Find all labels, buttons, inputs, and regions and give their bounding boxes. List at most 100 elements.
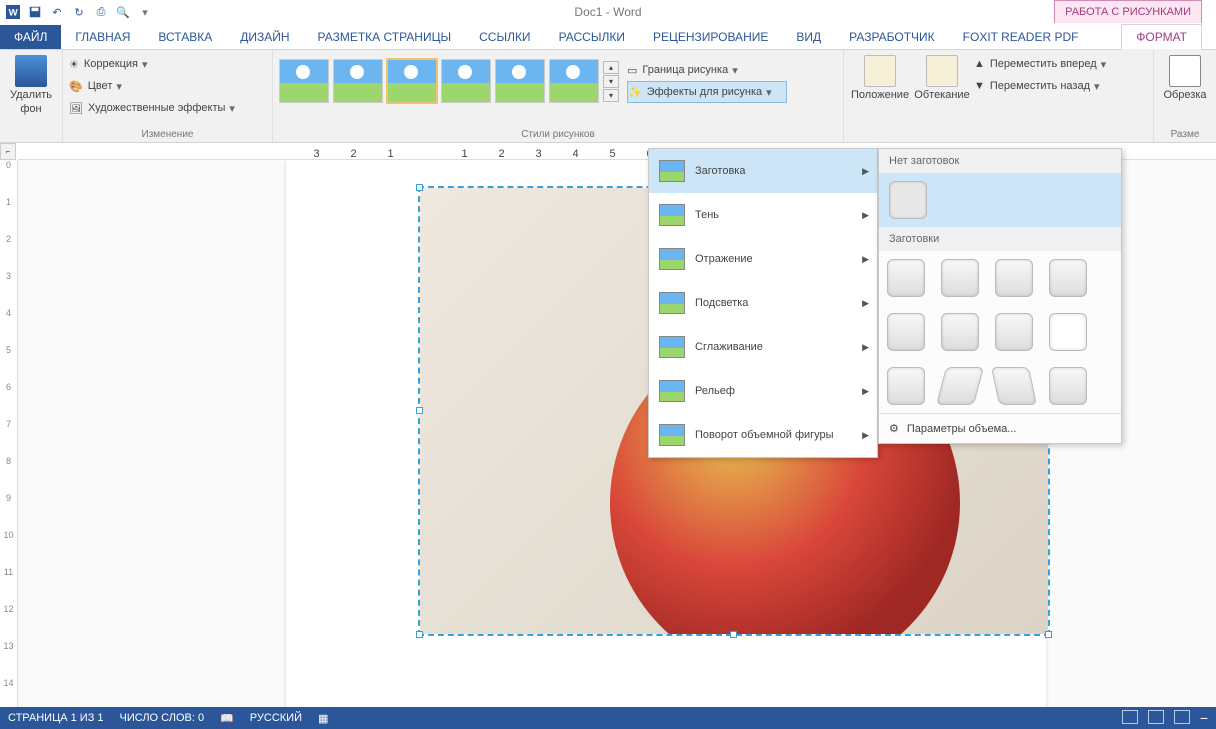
preset-7[interactable] xyxy=(995,313,1033,351)
gallery-down-icon[interactable]: ▾ xyxy=(603,75,619,88)
preset-1[interactable] xyxy=(887,259,925,297)
preset-10[interactable] xyxy=(936,367,984,405)
effects-glow-item[interactable]: Подсветка▶ xyxy=(649,281,877,325)
position-icon xyxy=(864,55,896,87)
tab-developer[interactable]: РАЗРАБОТЧИК xyxy=(835,25,949,49)
word-icon[interactable]: W xyxy=(4,3,22,21)
preset-6[interactable] xyxy=(941,313,979,351)
tab-format[interactable]: ФОРМАТ xyxy=(1121,24,1202,50)
preset-12[interactable] xyxy=(1049,367,1087,405)
view-web-icon[interactable] xyxy=(1174,710,1190,724)
crop-button[interactable]: Обрезка xyxy=(1160,53,1210,103)
effects-preset-item[interactable]: Заготовка▶ xyxy=(649,149,877,193)
style-thumb-4[interactable] xyxy=(441,59,491,103)
ribbon: Удалить фон ☀Коррекция▾ 🎨Цвет▾ 🖼Художест… xyxy=(0,50,1216,143)
bring-forward-button[interactable]: ▲Переместить вперед▾ xyxy=(974,53,1144,75)
style-thumb-1[interactable] xyxy=(279,59,329,103)
status-words[interactable]: ЧИСЛО СЛОВ: 0 xyxy=(120,712,205,724)
style-thumb-5[interactable] xyxy=(495,59,545,103)
tab-design[interactable]: ДИЗАЙН xyxy=(226,25,303,49)
effects-softedges-item[interactable]: Сглаживание▶ xyxy=(649,325,877,369)
border-icon: ▭ xyxy=(627,64,637,77)
proofing-icon[interactable]: 📖 xyxy=(220,712,234,725)
effects-reflection-item[interactable]: Отражение▶ xyxy=(649,237,877,281)
group-label-adjust: Изменение xyxy=(69,129,266,142)
preset-2[interactable] xyxy=(941,259,979,297)
quick-access-toolbar: W ↶ ↻ ⎙ 🔍 ▾ xyxy=(0,3,158,21)
zoom-out-icon[interactable]: − xyxy=(1200,710,1208,726)
corrections-button[interactable]: ☀Коррекция▾ xyxy=(69,53,266,75)
status-bar: СТРАНИЦА 1 ИЗ 1 ЧИСЛО СЛОВ: 0 📖 РУССКИЙ … xyxy=(0,707,1216,729)
style-thumb-3[interactable] xyxy=(387,59,437,103)
send-backward-button[interactable]: ▼Переместить назад▾ xyxy=(974,75,1144,97)
ruler-corner[interactable]: ⌐ xyxy=(0,143,16,160)
preset-8[interactable] xyxy=(1049,313,1087,351)
resize-handle-br[interactable] xyxy=(1045,631,1052,638)
gallery-spinner: ▴ ▾ ▾ xyxy=(603,61,619,102)
ribbon-tabs: ФАЙЛ ГЛАВНАЯ ВСТАВКА ДИЗАЙН РАЗМЕТКА СТР… xyxy=(0,24,1216,50)
remove-bg-icon xyxy=(15,55,47,87)
artistic-effects-button[interactable]: 🖼Художественные эффекты▾ xyxy=(69,97,266,119)
position-button[interactable]: Положение xyxy=(850,53,910,103)
preset-11[interactable] xyxy=(991,367,1037,405)
remove-background-button[interactable]: Удалить фон xyxy=(6,53,56,117)
picture-border-button[interactable]: ▭Граница рисунка▾ xyxy=(627,59,787,81)
resize-handle-b[interactable] xyxy=(730,631,737,638)
save-icon[interactable] xyxy=(26,3,44,21)
preset-gallery: Нет заготовок Заготовки ⚙Параметры объем… xyxy=(878,148,1122,444)
tab-references[interactable]: ССЫЛКИ xyxy=(465,25,544,49)
group-adjust: ☀Коррекция▾ 🎨Цвет▾ 🖼Художественные эффек… xyxy=(63,50,273,142)
gallery-more-icon[interactable]: ▾ xyxy=(603,89,619,102)
group-size: Обрезка Разме xyxy=(1154,50,1216,142)
macro-icon[interactable]: ▦ xyxy=(318,712,328,725)
effects-shadow-item[interactable]: Тень▶ xyxy=(649,193,877,237)
undo-icon[interactable]: ↶ xyxy=(48,3,66,21)
tab-home[interactable]: ГЛАВНАЯ xyxy=(61,25,144,49)
tab-file[interactable]: ФАЙЛ xyxy=(0,25,61,49)
group-label-size: Разме xyxy=(1160,129,1210,142)
resize-handle-bl[interactable] xyxy=(416,631,423,638)
svg-text:W: W xyxy=(9,8,19,19)
wrap-text-button[interactable]: Обтекание xyxy=(912,53,972,103)
qat-more-icon[interactable]: ▾ xyxy=(136,3,154,21)
effects-icon: ✨ xyxy=(628,86,642,99)
tab-pagelayout[interactable]: РАЗМЕТКА СТРАНИЦЫ xyxy=(304,25,466,49)
picture-effects-menu: Заготовка▶ Тень▶ Отражение▶ Подсветка▶ С… xyxy=(648,148,878,458)
preset-3[interactable] xyxy=(995,259,1033,297)
tab-review[interactable]: РЕЦЕНЗИРОВАНИЕ xyxy=(639,25,782,49)
quickprint-icon[interactable]: ⎙ xyxy=(92,3,110,21)
effects-3drotation-item[interactable]: Поворот объемной фигуры▶ xyxy=(649,413,877,457)
tab-view[interactable]: ВИД xyxy=(782,25,835,49)
preset-9[interactable] xyxy=(887,367,925,405)
preview-icon[interactable]: 🔍 xyxy=(114,3,132,21)
preset-none[interactable] xyxy=(889,181,927,219)
view-print-icon[interactable] xyxy=(1148,710,1164,724)
picture-style-gallery: ▴ ▾ ▾ ▭Граница рисунка▾ ✨Эффекты для рис… xyxy=(279,59,837,103)
group-arrange: Положение Обтекание ▲Переместить вперед▾… xyxy=(844,50,1154,142)
style-thumb-6[interactable] xyxy=(549,59,599,103)
wrap-icon xyxy=(926,55,958,87)
effects-bevel-item[interactable]: Рельеф▶ xyxy=(649,369,877,413)
preset-4[interactable] xyxy=(1049,259,1087,297)
style-thumb-2[interactable] xyxy=(333,59,383,103)
resize-handle-tl[interactable] xyxy=(416,184,423,191)
status-language[interactable]: РУССКИЙ xyxy=(250,712,302,724)
tab-foxit[interactable]: FOXIT READER PDF xyxy=(949,25,1093,49)
preset-5[interactable] xyxy=(887,313,925,351)
3d-options-button[interactable]: ⚙Параметры объема... xyxy=(879,413,1121,443)
status-page[interactable]: СТРАНИЦА 1 ИЗ 1 xyxy=(8,712,104,724)
resize-handle-l[interactable] xyxy=(416,407,423,414)
tab-mailings[interactable]: РАССЫЛКИ xyxy=(545,25,639,49)
view-readmode-icon[interactable] xyxy=(1122,710,1138,724)
crop-icon xyxy=(1169,55,1201,87)
tab-insert[interactable]: ВСТАВКА xyxy=(144,25,226,49)
gallery-up-icon[interactable]: ▴ xyxy=(603,61,619,74)
repeat-icon[interactable]: ↻ xyxy=(70,3,88,21)
chevron-right-icon: ▶ xyxy=(862,166,869,177)
options-icon: ⚙ xyxy=(889,422,899,435)
vertical-ruler[interactable]: 01234567891011121314 xyxy=(0,160,18,707)
color-icon: 🎨 xyxy=(69,80,83,93)
contextual-tab-label: РАБОТА С РИСУНКАМИ xyxy=(1054,0,1202,23)
color-button[interactable]: 🎨Цвет▾ xyxy=(69,75,266,97)
picture-effects-button[interactable]: ✨Эффекты для рисунка▾ xyxy=(627,81,787,103)
